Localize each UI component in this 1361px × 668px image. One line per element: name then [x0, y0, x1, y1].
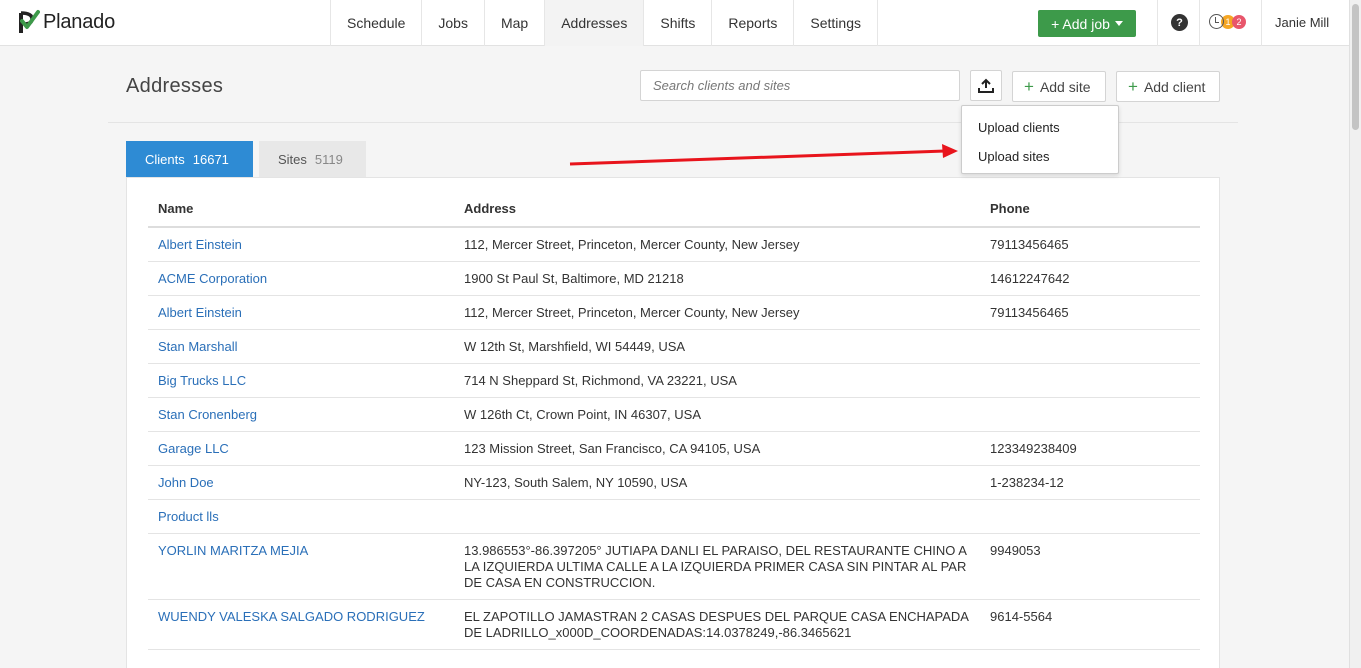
nav-shifts[interactable]: Shifts — [643, 0, 711, 46]
nav-schedule[interactable]: Schedule — [330, 0, 421, 46]
column-header-name[interactable]: Name — [148, 191, 454, 228]
tab-clients[interactable]: Clients 16671 — [126, 141, 253, 177]
main-nav: Schedule Jobs Map Addresses Shifts Repor… — [330, 0, 878, 46]
divider — [1157, 0, 1158, 46]
table-row[interactable]: Stan Cronenberg W 126th Ct, Crown Point, … — [148, 397, 1200, 432]
client-phone: 79113456465 — [980, 295, 1200, 330]
column-header-address[interactable]: Address — [454, 191, 980, 228]
client-phone: 9949053 — [980, 533, 1200, 600]
client-phone: 1-238234-12 — [980, 465, 1200, 500]
search-input[interactable] — [640, 70, 960, 101]
upload-dropdown-menu: Upload clients Upload sites — [961, 105, 1119, 174]
client-name-link[interactable]: Albert Einstein — [148, 295, 454, 330]
add-site-label: Add site — [1039, 78, 1091, 95]
tab-label: Sites — [278, 151, 307, 167]
upload-icon — [978, 78, 994, 93]
add-job-button[interactable]: + Add job — [1038, 10, 1136, 37]
client-name-link[interactable]: Big Trucks LLC — [148, 363, 454, 398]
add-client-button[interactable]: + Add client — [1116, 71, 1220, 102]
tab-label: Clients — [145, 151, 185, 167]
client-name-link[interactable]: WUENDY VALESKA SALGADO RODRIGUEZ — [148, 599, 454, 650]
client-address: 714 N Sheppard St, Richmond, VA 23221, U… — [454, 363, 980, 398]
client-phone: 123349238409 — [980, 431, 1200, 466]
client-phone: 79113456465 — [980, 227, 1200, 262]
client-name-link[interactable]: Garage LLC — [148, 431, 454, 466]
tab-count: 5119 — [314, 151, 343, 167]
table-row[interactable]: ACME Corporation 1900 St Paul St, Baltimo… — [148, 261, 1200, 296]
table-row[interactable]: Garage LLC 123 Mission Street, San Franci… — [148, 431, 1200, 466]
table-row[interactable]: Big Trucks LLC 714 N Sheppard St, Richmon… — [148, 363, 1200, 398]
client-name-link[interactable]: Product lls — [148, 499, 454, 534]
nav-settings[interactable]: Settings — [793, 0, 878, 46]
client-address: 123 Mission Street, San Francisco, CA 94… — [454, 431, 980, 466]
nav-map[interactable]: Map — [483, 0, 544, 46]
logo-check-icon — [19, 10, 40, 33]
table-row[interactable]: WUENDY VALESKA SALGADO RODRIGUEZ EL ZAPOT… — [148, 599, 1200, 650]
table-row[interactable]: Product lls — [148, 499, 1200, 534]
user-menu[interactable]: Janie Mill — [1275, 15, 1329, 30]
client-phone — [980, 329, 1200, 364]
table-row[interactable]: YORLIN MARITZA MEJIA 13.986553°-86.397205… — [148, 533, 1200, 600]
plus-icon: + — [1128, 77, 1138, 96]
notifications-button[interactable]: 1 2 — [1209, 14, 1246, 29]
chevron-down-icon — [1114, 21, 1123, 26]
menu-item-upload-clients[interactable]: Upload clients — [962, 113, 1118, 142]
add-site-button[interactable]: + Add site — [1012, 71, 1106, 102]
client-name-link[interactable]: YORLIN MARITZA MEJIA — [148, 533, 454, 600]
column-header-phone[interactable]: Phone — [980, 191, 1200, 228]
client-address: 112, Mercer Street, Princeton, Mercer Co… — [454, 227, 980, 262]
clock-icon — [1209, 14, 1224, 29]
add-job-label: + Add job — [1051, 15, 1110, 32]
tab-count: 16671 — [192, 151, 229, 167]
page-title: Addresses — [126, 75, 224, 97]
table-row[interactable]: Albert Einstein 112, Mercer Street, Princ… — [148, 227, 1200, 262]
client-address — [454, 499, 980, 534]
annotation-arrow-head — [942, 144, 958, 158]
client-address: 13.986553°-86.397205° JUTIAPA DANLI EL P… — [454, 533, 980, 600]
notification-badge-red: 2 — [1232, 14, 1246, 29]
client-phone: 9614-5564 — [980, 599, 1200, 650]
add-client-label: Add client — [1143, 78, 1206, 95]
client-address: 1900 St Paul St, Baltimore, MD 21218 — [454, 261, 980, 296]
client-address: W 126th Ct, Crown Point, IN 46307, USA — [454, 397, 980, 432]
nav-jobs[interactable]: Jobs — [421, 0, 484, 46]
divider — [1199, 0, 1200, 46]
client-name-link[interactable]: ACME Corporation — [148, 261, 454, 296]
client-name-link[interactable]: Albert Einstein — [148, 227, 454, 262]
client-name-link[interactable]: John Doe — [148, 465, 454, 500]
nav-addresses[interactable]: Addresses — [544, 0, 644, 46]
planado-logo[interactable]: Planado — [18, 9, 115, 35]
tab-sites[interactable]: Sites 5119 — [259, 141, 366, 177]
upload-button[interactable] — [970, 70, 1002, 101]
menu-item-upload-sites[interactable]: Upload sites — [962, 142, 1118, 171]
clients-table-panel: Name Address Phone Albert Einstein 112, M… — [126, 177, 1220, 668]
table-row[interactable]: John Doe NY-123, South Salem, NY 10590, U… — [148, 465, 1200, 500]
client-name-link[interactable]: Stan Marshall — [148, 329, 454, 364]
top-navbar: Planado Schedule Jobs Map Addresses Shif… — [0, 0, 1349, 46]
scrollbar-thumb[interactable] — [1352, 4, 1359, 130]
annotation-arrow-line — [569, 149, 946, 166]
table-header-row: Name Address Phone — [148, 191, 1200, 228]
client-address: NY-123, South Salem, NY 10590, USA — [454, 465, 980, 500]
client-name-link[interactable]: Stan Cronenberg — [148, 397, 454, 432]
help-icon[interactable]: ? — [1171, 14, 1188, 31]
client-phone: 14612247642 — [980, 261, 1200, 296]
divider — [1261, 0, 1262, 46]
client-phone — [980, 363, 1200, 398]
app-name: Planado — [43, 10, 115, 33]
clients-table: Name Address Phone Albert Einstein 112, M… — [148, 191, 1200, 650]
client-address: EL ZAPOTILLO JAMASTRAN 2 CASAS DESPUES D… — [454, 599, 980, 650]
nav-reports[interactable]: Reports — [711, 0, 793, 46]
client-phone — [980, 397, 1200, 432]
client-address: W 12th St, Marshfield, WI 54449, USA — [454, 329, 980, 364]
table-row[interactable]: Stan Marshall W 12th St, Marshfield, WI 5… — [148, 329, 1200, 364]
plus-icon: + — [1024, 77, 1034, 96]
table-row[interactable]: Albert Einstein 112, Mercer Street, Princ… — [148, 295, 1200, 330]
page-scrollbar[interactable] — [1349, 0, 1361, 668]
client-phone — [980, 499, 1200, 534]
client-address: 112, Mercer Street, Princeton, Mercer Co… — [454, 295, 980, 330]
